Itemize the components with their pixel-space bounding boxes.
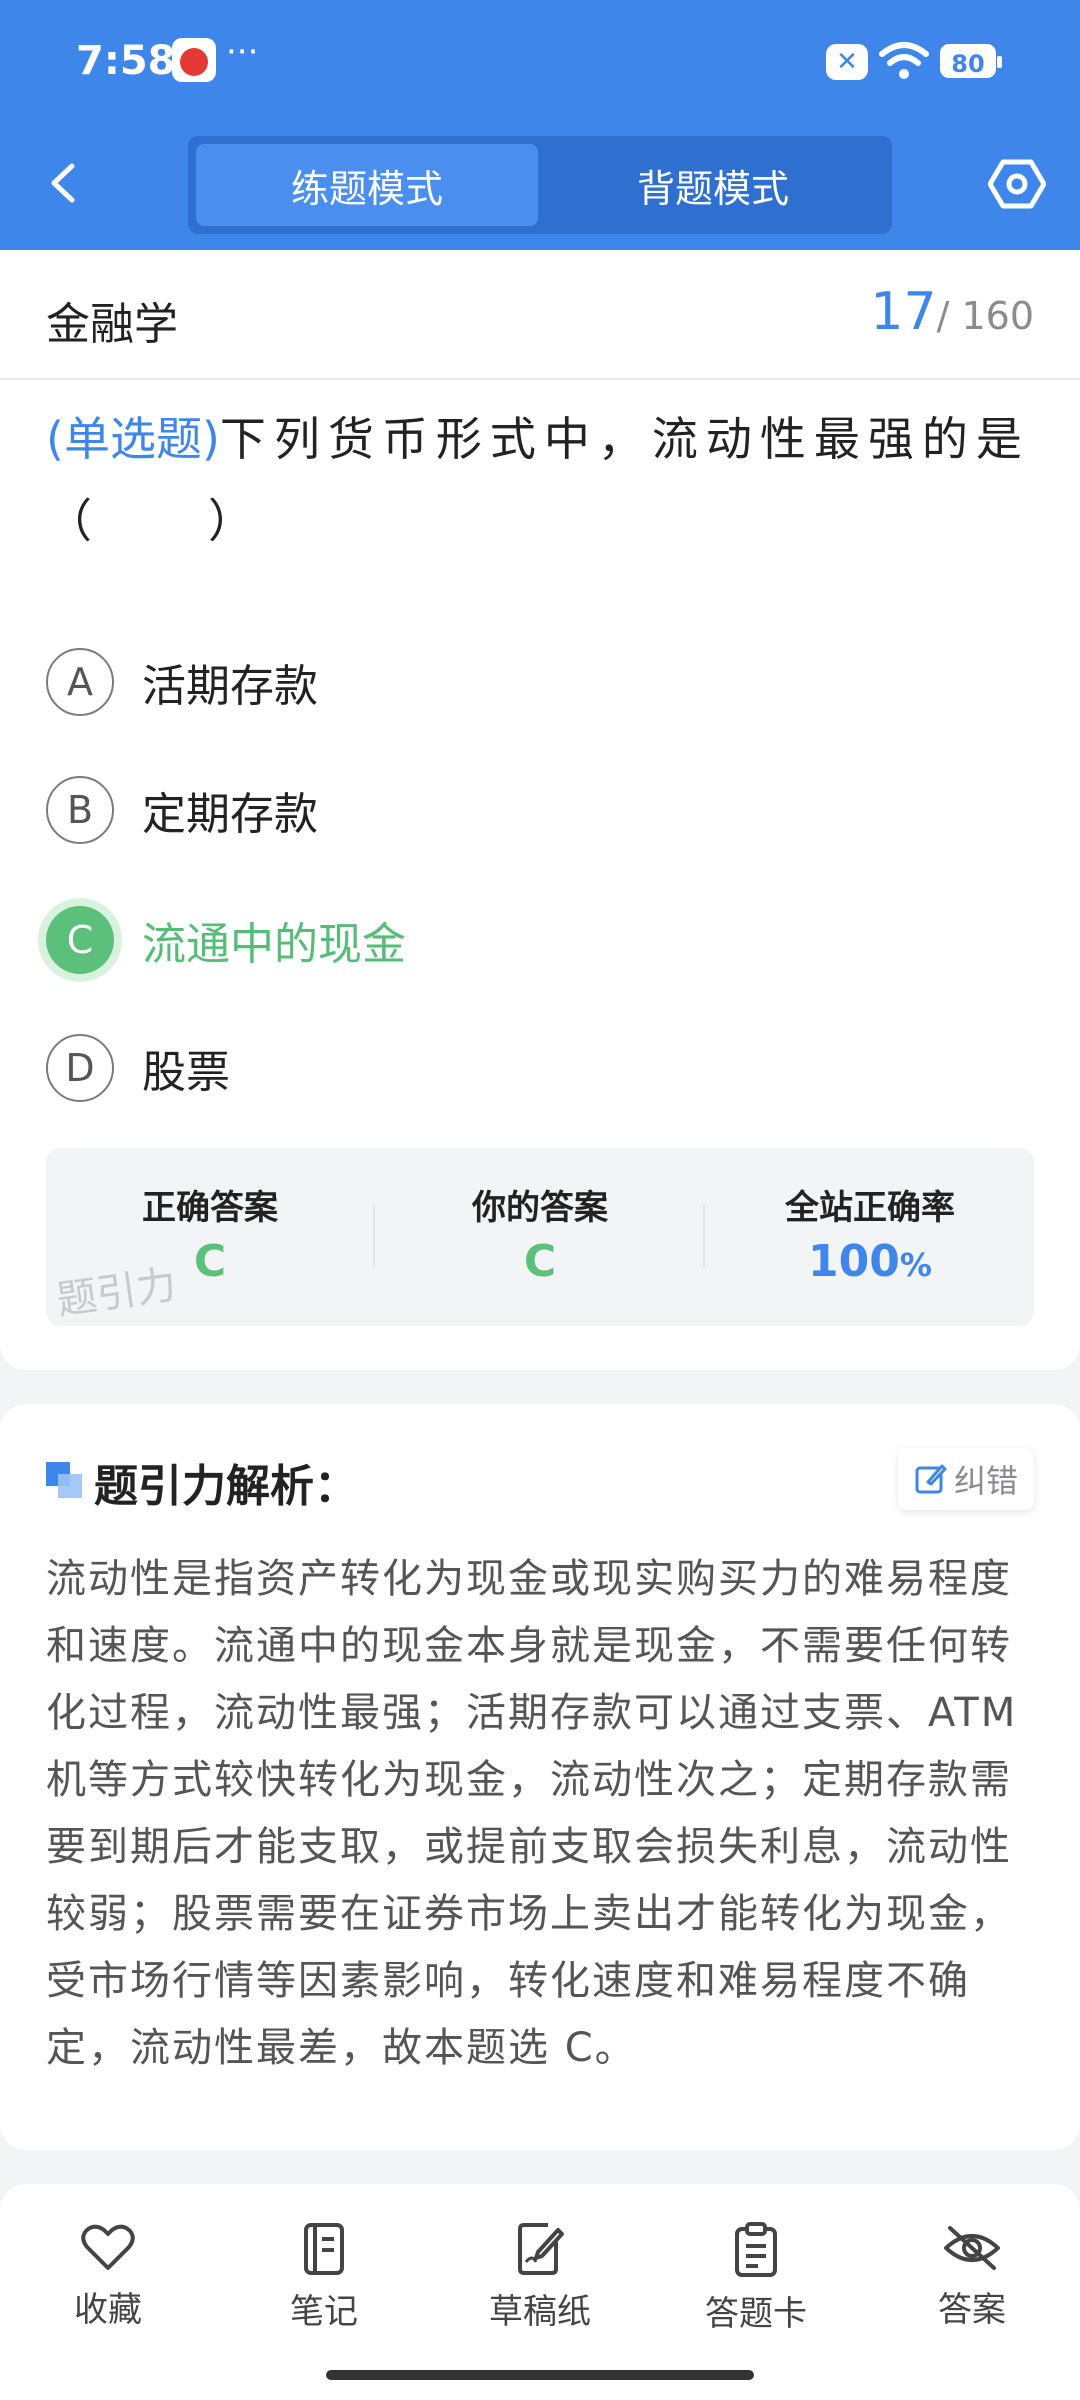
divider [373,1204,375,1268]
option-text: 股票 [142,1047,230,1098]
option-letter: C [46,906,114,974]
rate-number: 100 [808,1236,900,1287]
rate-unit: % [899,1246,932,1284]
favorite-label: 收藏 [74,2290,142,2330]
report-error-label: 纠错 [953,1462,1018,1500]
question-card: 金融学 17/ 160 (单选题)下列货币形式中，流动性最强的是（ ） A 活期… [0,250,1080,1370]
option-text: 活期存款 [142,661,318,712]
current-question-number: 17 [870,282,937,342]
analysis-text: 流动性是指资产转化为现金或现实购买力的难易程度和速度。流通中的现金本身就是现金，… [46,1556,1018,2071]
subject-name: 金融学 [46,299,178,350]
more-notifications-icon: ··· [226,32,259,72]
wifi-icon [879,42,929,79]
stat-your-answer: 你的答案 C [376,1148,704,1326]
battery-indicator: 80 [940,44,1002,78]
option-b[interactable]: B 定期存款 [46,774,318,846]
home-indicator[interactable] [326,2370,754,2380]
answer-card-label: 答题卡 [705,2294,807,2334]
mode-switch: 练题模式 背题模式 [188,136,892,234]
notes-button[interactable]: 笔记 [244,2222,404,2333]
divider [703,1204,705,1268]
option-letter: D [46,1034,114,1102]
question-progress: 17/ 160 [870,282,1034,342]
analysis-card: 题引力解析： 纠错 流动性是指资产转化为现金或现实购买力的难易程度和速度。流通中… [0,1404,1080,2150]
option-a[interactable]: A 活期存款 [46,646,318,718]
eye-off-icon [944,2226,1000,2270]
your-answer-value: C [523,1236,557,1287]
show-answer-label: 答案 [938,2290,1006,2330]
answer-card-button[interactable]: 答题卡 [676,2222,836,2335]
subject-row: 金融学 17/ 160 [0,250,1080,380]
app-header: 7:58 ··· ✕ 80 练题模式 背题模式 [0,0,1080,250]
app-notification-icon [172,38,216,82]
answer-stats: 正确答案 C 你的答案 C 全站正确率 100% 题引力 [46,1148,1034,1326]
question-text: (单选题)下列货币形式中，流动性最强的是（ ） [46,398,1036,562]
option-c[interactable]: C 流通中的现金 [46,904,406,976]
analysis-title: 题引力解析： [94,1461,358,1512]
tab-practice-mode[interactable]: 练题模式 [196,144,538,226]
status-time: 7:58 [76,38,176,84]
stat-accuracy-rate: 全站正确率 100% [706,1148,1034,1326]
heart-icon [81,2224,135,2270]
show-answer-button[interactable]: 答案 [892,2222,1052,2331]
back-button[interactable] [40,158,90,208]
no-sim-icon: ✕ [826,44,868,80]
tab-review-mode[interactable]: 背题模式 [542,144,884,226]
option-letter: A [46,648,114,716]
settings-icon[interactable] [988,158,1046,210]
option-d[interactable]: D 股票 [46,1032,230,1104]
analysis-icon [46,1462,82,1498]
question-type: (单选题) [46,412,220,466]
bottom-toolbar: 收藏 笔记 草稿纸 答题卡 答案 [0,2184,1080,2400]
edit-icon [915,1464,947,1494]
favorite-button[interactable]: 收藏 [28,2222,188,2331]
option-letter: B [46,776,114,844]
option-text: 定期存款 [142,789,318,840]
notebook-icon [304,2223,344,2275]
scratch-paper-label: 草稿纸 [489,2292,591,2332]
scratch-paper-icon [518,2223,564,2275]
stat-label: 你的答案 [472,1188,608,1228]
total-questions: / 160 [936,294,1034,338]
stat-label: 全站正确率 [785,1188,955,1228]
stat-label: 正确答案 [142,1188,278,1228]
option-text: 流通中的现金 [142,919,406,970]
report-error-button[interactable]: 纠错 [898,1448,1034,1510]
clipboard-icon [735,2222,777,2277]
notes-label: 笔记 [290,2292,358,2332]
scratch-paper-button[interactable]: 草稿纸 [460,2222,620,2333]
accuracy-rate-value: 100% [706,1236,1034,1287]
